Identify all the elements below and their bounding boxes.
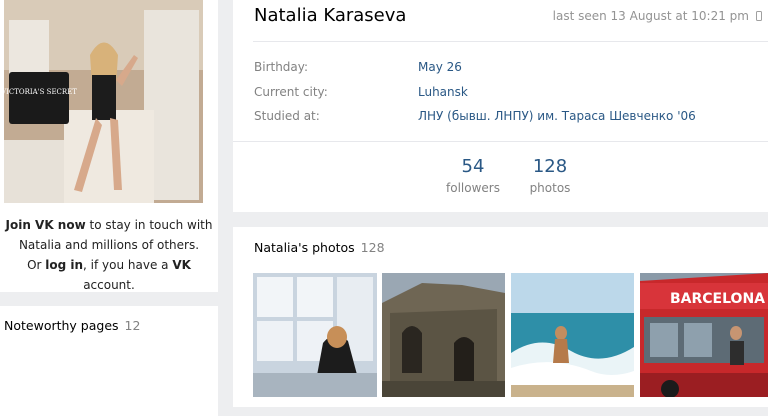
- divider: [233, 141, 768, 142]
- join-text-1: to stay in touch with: [85, 218, 213, 232]
- divider: [253, 41, 768, 42]
- profile-sidebar: VICTORIA'S SECRET Join VK now to stay in…: [0, 0, 218, 292]
- birthday-label: Birthday:: [254, 60, 309, 74]
- studied-label: Studied at:: [254, 109, 320, 123]
- photos-counter[interactable]: 128 photos: [510, 156, 590, 198]
- birthday-value-link[interactable]: May 26: [418, 60, 462, 74]
- photos-label: photos: [529, 181, 571, 195]
- last-seen-status: last seen 13 August at 10:21 pm: [552, 9, 749, 23]
- studied-value-link[interactable]: ЛНУ (бывш. ЛНПУ) им. Тараса Шевченко '06: [418, 109, 696, 123]
- photos-count-number: 128: [532, 156, 568, 177]
- profile-name: Natalia Karaseva: [254, 5, 407, 26]
- city-value-link[interactable]: Luhansk: [418, 85, 468, 99]
- noteworthy-pages-count: 12: [124, 318, 141, 333]
- vk-brand: VK: [172, 258, 191, 272]
- join-prompt: Join VK now to stay in touch with Natali…: [0, 215, 218, 295]
- noteworthy-pages-card: Noteworthy pages 12: [0, 306, 218, 416]
- followers-count: 54: [461, 156, 485, 177]
- photos-title: Natalia's photos: [254, 240, 355, 255]
- city-label: Current city:: [254, 85, 328, 99]
- followers-label: followers: [446, 181, 500, 195]
- avatar-bag-text: VICTORIA'S SECRET: [4, 88, 77, 96]
- photos-card: Natalia's photos 128 BARCELONA: [233, 227, 768, 407]
- photo-thumbnail[interactable]: [382, 273, 505, 397]
- join-text-2: Natalia and millions of others.: [18, 238, 200, 252]
- photos-count: 128: [360, 240, 385, 255]
- join-text-3b: , if you have a: [83, 258, 173, 272]
- photo-thumbnail[interactable]: BARCELONA: [640, 273, 768, 397]
- join-text-3a: Or: [27, 258, 46, 272]
- profile-info-card: Natalia Karaseva last seen 13 August at …: [233, 0, 768, 212]
- join-link[interactable]: Join VK now: [6, 218, 86, 232]
- photo-thumbnail[interactable]: [253, 273, 377, 397]
- profile-avatar[interactable]: VICTORIA'S SECRET: [4, 0, 203, 203]
- join-text-3c: account.: [83, 278, 135, 292]
- noteworthy-pages-title: Noteworthy pages: [4, 318, 119, 333]
- bus-banner-text: BARCELONA: [670, 291, 765, 307]
- followers-counter[interactable]: 54 followers: [433, 156, 513, 198]
- noteworthy-pages-header[interactable]: Noteworthy pages 12: [4, 318, 140, 333]
- photo-thumbnail[interactable]: [511, 273, 634, 397]
- login-link[interactable]: log in: [45, 258, 83, 272]
- mobile-phone-icon: [756, 11, 762, 21]
- photos-header[interactable]: Natalia's photos 128: [254, 240, 385, 255]
